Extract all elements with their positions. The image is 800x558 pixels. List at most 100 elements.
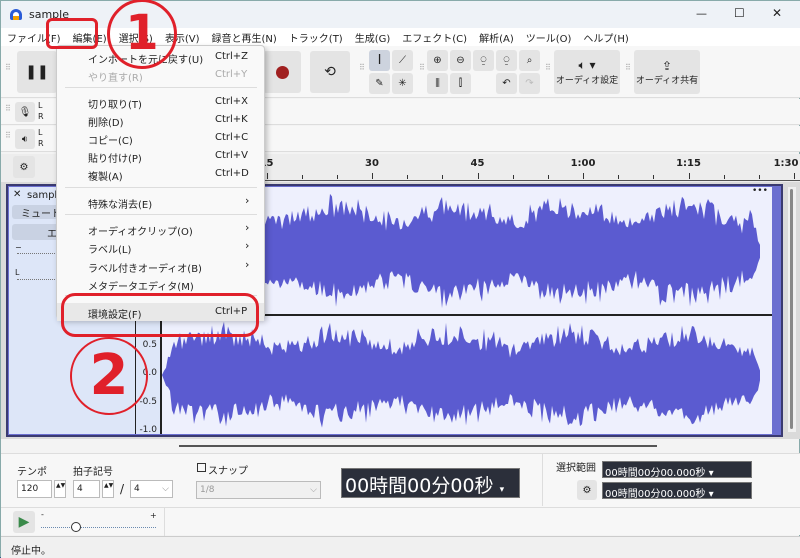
menu-item-label: 貼り付け(P) <box>88 154 142 165</box>
timeline-settings-button[interactable]: ⚙ <box>13 156 35 178</box>
menu-item-label: 削除(D) <box>88 118 124 129</box>
ruler-label: 1:00 <box>570 158 596 169</box>
annotation-box-edit-menu <box>46 18 98 49</box>
menu-item-shortcut: Ctrl+Y <box>215 69 248 80</box>
menu-separator <box>65 214 257 215</box>
selection-settings-button[interactable]: ⚙ <box>577 480 597 500</box>
edit-menu-item[interactable]: やり直す(R) Ctrl+Y <box>57 66 264 84</box>
edit-menu-item[interactable]: オーディオクリップ(O) › <box>57 220 264 238</box>
submenu-arrow-icon: › <box>245 258 250 271</box>
numerator-stepper[interactable]: ▲▼ <box>102 480 114 498</box>
tempo-input[interactable]: 120 <box>17 480 52 498</box>
menu-9[interactable]: ツール(O) <box>520 28 578 46</box>
menu-4[interactable]: 録音と再生(N) <box>206 28 283 46</box>
draw-tool-button[interactable]: ✎ <box>369 73 390 94</box>
ruler-tick <box>618 175 620 179</box>
status-text: 停止中。 <box>11 546 51 557</box>
toolbar-grip[interactable]: ⠿ <box>5 105 11 113</box>
menu-item-shortcut: Ctrl+K <box>215 114 248 125</box>
amplitude-label: -1.0 <box>139 425 157 435</box>
amplitude-label: 0.5 <box>142 339 157 350</box>
redo-button[interactable]: ↷ <box>519 73 540 94</box>
edit-menu-item[interactable]: メタデータエディタ(M) <box>57 275 264 293</box>
edit-menu-item[interactable]: 削除(D) Ctrl+K <box>57 111 264 129</box>
menu-10[interactable]: ヘルプ(H) <box>577 28 634 46</box>
pause-button[interactable]: ❚❚ <box>17 51 57 93</box>
silence-icon: ⫿ <box>458 78 463 89</box>
edit-menu-item[interactable]: ラベル(L) › <box>57 238 264 256</box>
edit-menu-item[interactable]: 貼り付け(P) Ctrl+V <box>57 147 264 165</box>
ruler-tick <box>301 175 303 179</box>
selection-label: 選択範囲 <box>556 463 596 474</box>
trim-button[interactable]: ⫼ <box>427 73 448 94</box>
edit-menu-item[interactable]: ラベル付きオーディオ(B) › <box>57 257 264 275</box>
snap-checkbox[interactable] <box>197 463 206 472</box>
audacity-window: sample — ☐ ✕ ファイル(F) 編集(E) 選択(S) 表示(V) 録音と再生… <box>0 0 800 558</box>
record-icon <box>275 65 289 79</box>
silence-button[interactable]: ⫿ <box>450 73 471 94</box>
menu-item-label: 特殊な消去(E) <box>88 200 153 211</box>
zoom-toggle-icon: ⌕ <box>526 55 533 66</box>
menu-7[interactable]: エフェクト(C) <box>396 28 473 46</box>
maximize-button[interactable]: ☐ <box>734 6 745 20</box>
status-bar: 停止中。 <box>1 536 800 558</box>
fit-project-button[interactable]: ⍜ <box>496 50 517 71</box>
time-display[interactable]: 00時間00分00秒 ▾ <box>341 468 520 498</box>
selection-start[interactable]: 00時間00分00.000秒 ▾ <box>602 461 752 479</box>
edit-menu-item[interactable]: 切り取り(T) Ctrl+X <box>57 93 264 111</box>
menu-6[interactable]: 生成(G) <box>349 28 397 46</box>
zoom-toggle-button[interactable]: ⌕ <box>519 50 540 71</box>
loop-button[interactable]: ⟲ <box>310 51 350 93</box>
minimize-button[interactable]: — <box>696 7 707 20</box>
toolbar-grip[interactable]: ⠿ <box>5 132 11 140</box>
multi-tool-button[interactable]: ✳ <box>392 73 413 94</box>
toolbar-grip[interactable]: ⠿ <box>5 64 11 72</box>
snap-select[interactable]: 1/8 ⌵ <box>196 481 321 499</box>
fit-selection-button[interactable]: ⍜ <box>473 50 494 71</box>
menu-item-shortcut: Ctrl+V <box>215 150 249 161</box>
speed-plus-label: + <box>150 511 157 520</box>
share-audio-button[interactable]: ⇪ オーディオ共有 <box>634 50 700 94</box>
toolbar-grip[interactable]: ⠿ <box>545 64 551 72</box>
zoom-in-button[interactable]: ⊕ <box>427 50 448 71</box>
meter-right-label: R <box>38 139 44 148</box>
selection-end[interactable]: 00時間00分00.000秒 ▾ <box>602 482 752 500</box>
zoom-out-button[interactable]: ⊖ <box>450 50 471 71</box>
edit-menu-item[interactable]: 複製(A) Ctrl+D <box>57 165 264 183</box>
menu-5[interactable]: トラック(T) <box>283 28 349 46</box>
time-signature-numerator[interactable]: 4 <box>73 480 100 498</box>
playback-meter-button[interactable]: 🔉︎ <box>15 129 35 149</box>
edit-menu-item[interactable]: コピー(C) Ctrl+C <box>57 129 264 147</box>
record-meter-button[interactable]: 🎙︎ <box>15 102 35 122</box>
upload-icon: ⇪ <box>661 58 673 73</box>
envelope-icon: ⟋ <box>399 55 406 66</box>
tempo-stepper[interactable]: ▲▼ <box>54 480 66 498</box>
menu-item-shortcut: Ctrl+C <box>215 132 249 143</box>
vertical-scrollbar[interactable] <box>788 187 796 432</box>
menu-item-label: ラベル(L) <box>88 245 132 256</box>
snap-label: スナップ <box>208 466 248 477</box>
track-menu-button[interactable]: ••• <box>752 186 768 196</box>
speed-minus-label: - <box>41 510 44 519</box>
submenu-arrow-icon: › <box>245 239 250 252</box>
selection-tool-button[interactable]: I <box>369 50 390 71</box>
toolbar-grip[interactable]: ⠿ <box>625 64 631 72</box>
edit-menu-item[interactable]: 特殊な消去(E) › <box>57 193 264 211</box>
toolbar-grip[interactable]: ⠿ <box>359 64 365 72</box>
audio-setup-button[interactable]: 🔈︎ ▾ オーディオ設定 <box>554 50 620 94</box>
toolbar-grip[interactable]: ⠿ <box>419 64 425 72</box>
time-signature-denominator[interactable]: 4 ⌵ <box>130 480 173 498</box>
speed-slider-thumb[interactable] <box>70 522 81 532</box>
app-logo-icon <box>10 9 22 20</box>
play-at-speed-button[interactable]: ▶ <box>13 511 35 533</box>
close-track-icon[interactable]: ✕ <box>13 189 21 200</box>
menu-8[interactable]: 解析(A) <box>473 28 520 46</box>
speed-slider[interactable] <box>41 527 156 528</box>
undo-button[interactable]: ↶ <box>496 73 517 94</box>
menu-separator <box>65 87 257 88</box>
record-button[interactable] <box>263 51 301 93</box>
horizontal-scrollbar[interactable] <box>179 445 657 447</box>
envelope-tool-button[interactable]: ⟋ <box>392 50 413 71</box>
pan-slider-label: L <box>15 268 20 277</box>
close-button[interactable]: ✕ <box>772 6 782 20</box>
